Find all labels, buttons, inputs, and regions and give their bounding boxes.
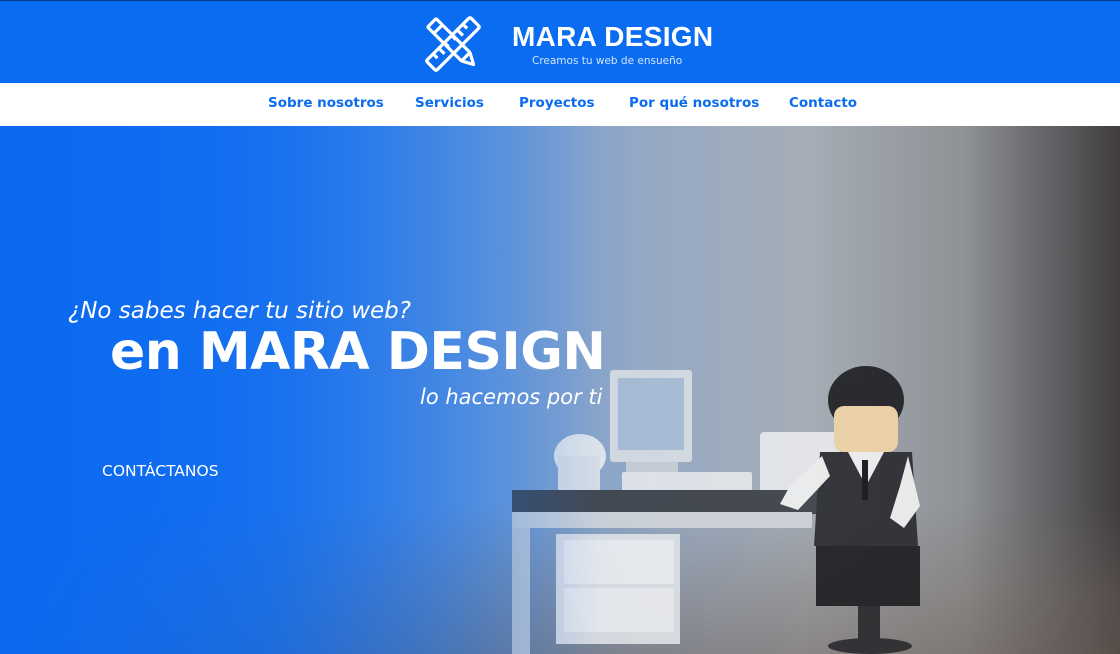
hero-subtitle: lo hacemos por ti bbox=[420, 385, 603, 409]
contact-button[interactable]: CONTÁCTANOS bbox=[102, 462, 219, 480]
site-header: MARA DESIGN Creamos tu web de ensueño bbox=[0, 0, 1120, 83]
hero-question: ¿No sabes hacer tu sitio web? bbox=[68, 298, 411, 324]
nav-link-contacto[interactable]: Contacto bbox=[789, 95, 857, 111]
nav-link-por-que-nosotros[interactable]: Por qué nosotros bbox=[629, 95, 759, 111]
nav-link-servicios[interactable]: Servicios bbox=[415, 95, 484, 111]
brand-name: MARA DESIGN bbox=[512, 21, 714, 52]
nav-link-sobre-nosotros[interactable]: Sobre nosotros bbox=[268, 95, 384, 111]
hero-title: en MARA DESIGN bbox=[110, 322, 606, 382]
main-nav: Sobre nosotros Servicios Proyectos Por q… bbox=[0, 83, 1120, 126]
brand[interactable]: MARA DESIGN Creamos tu web de ensueño bbox=[424, 15, 724, 75]
ruler-pencil-icon bbox=[424, 15, 482, 73]
nav-link-proyectos[interactable]: Proyectos bbox=[519, 95, 595, 111]
brand-tagline: Creamos tu web de ensueño bbox=[532, 55, 683, 67]
hero-section: ¿No sabes hacer tu sitio web? en MARA DE… bbox=[0, 126, 1120, 654]
